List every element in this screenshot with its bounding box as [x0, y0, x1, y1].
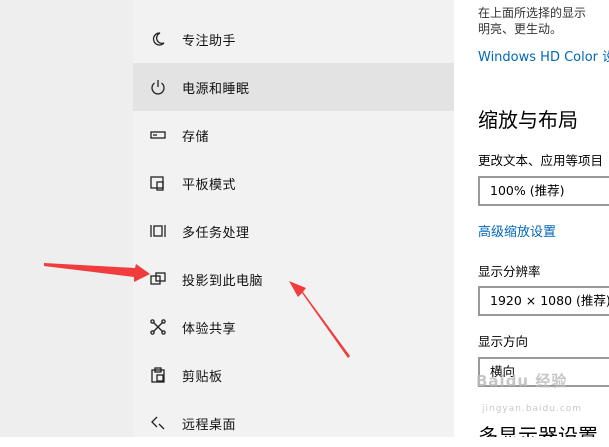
tablet-mode-icon	[149, 174, 167, 192]
sidebar-item-label: 多任务处理	[182, 225, 250, 241]
clipboard-icon	[149, 366, 167, 384]
left-pane-strip	[0, 0, 133, 437]
settings-sidebar: 专注助手 电源和睡眠 存储 平板模式 多任务处理 投影到此电脑 体验共享 剪贴板…	[133, 0, 454, 437]
moon-icon	[149, 30, 167, 48]
sidebar-item-power-sleep[interactable]: 电源和睡眠	[133, 63, 454, 111]
sidebar-item-label: 体验共享	[182, 321, 237, 337]
resolution-dropdown[interactable]: 1920 × 1080 (推荐)	[478, 286, 609, 316]
sidebar-item-label: 剪贴板	[182, 369, 223, 385]
power-icon	[149, 78, 167, 96]
sidebar-item-clipboard[interactable]: 剪贴板	[133, 351, 454, 399]
sidebar-item-label: 存储	[182, 129, 210, 145]
sidebar-item-shared-experiences[interactable]: 体验共享	[133, 303, 454, 351]
orientation-label: 显示方向	[478, 334, 529, 349]
sidebar-item-remote-desktop[interactable]: 远程桌面	[133, 399, 454, 447]
resolution-label: 显示分辨率	[478, 264, 541, 279]
watermark-url: jingyan.baidu.com	[482, 404, 583, 414]
sidebar-item-label: 电源和睡眠	[182, 81, 250, 97]
sidebar-item-label: 专注助手	[182, 33, 237, 49]
sidebar-item-label: 远程桌面	[182, 417, 237, 433]
sidebar-item-label: 投影到此电脑	[182, 273, 264, 289]
scale-dropdown[interactable]: 100% (推荐)	[478, 176, 609, 206]
sidebar-item-tablet-mode[interactable]: 平板模式	[133, 159, 454, 207]
change-size-label: 更改文本、应用等项目	[478, 153, 604, 168]
sidebar-item-project-to-pc[interactable]: 投影到此电脑	[133, 255, 454, 303]
sidebar-item-multitasking[interactable]: 多任务处理	[133, 207, 454, 255]
sidebar-item-focus-assist[interactable]: 专注助手	[133, 15, 454, 63]
advanced-scaling-link[interactable]: 高级缩放设置	[478, 221, 556, 240]
multi-display-heading: 多显示器设置	[478, 424, 598, 437]
baidu-watermark-icon: Baidu 经验	[476, 372, 568, 390]
sidebar-item-storage[interactable]: 存储	[133, 111, 454, 159]
multitasking-icon	[149, 222, 167, 240]
scale-layout-heading: 缩放与布局	[478, 108, 578, 132]
hdr-description-line2: 明亮、更生动。	[478, 22, 563, 36]
remote-desktop-icon	[149, 414, 167, 432]
shared-experiences-icon	[149, 318, 167, 336]
storage-icon	[149, 126, 167, 144]
sidebar-item-label: 平板模式	[182, 177, 237, 193]
hdr-description-line1: 在上面所选择的显示	[478, 6, 587, 20]
project-icon	[149, 270, 167, 288]
windows-hd-color-link[interactable]: Windows HD Color 设	[478, 46, 609, 65]
